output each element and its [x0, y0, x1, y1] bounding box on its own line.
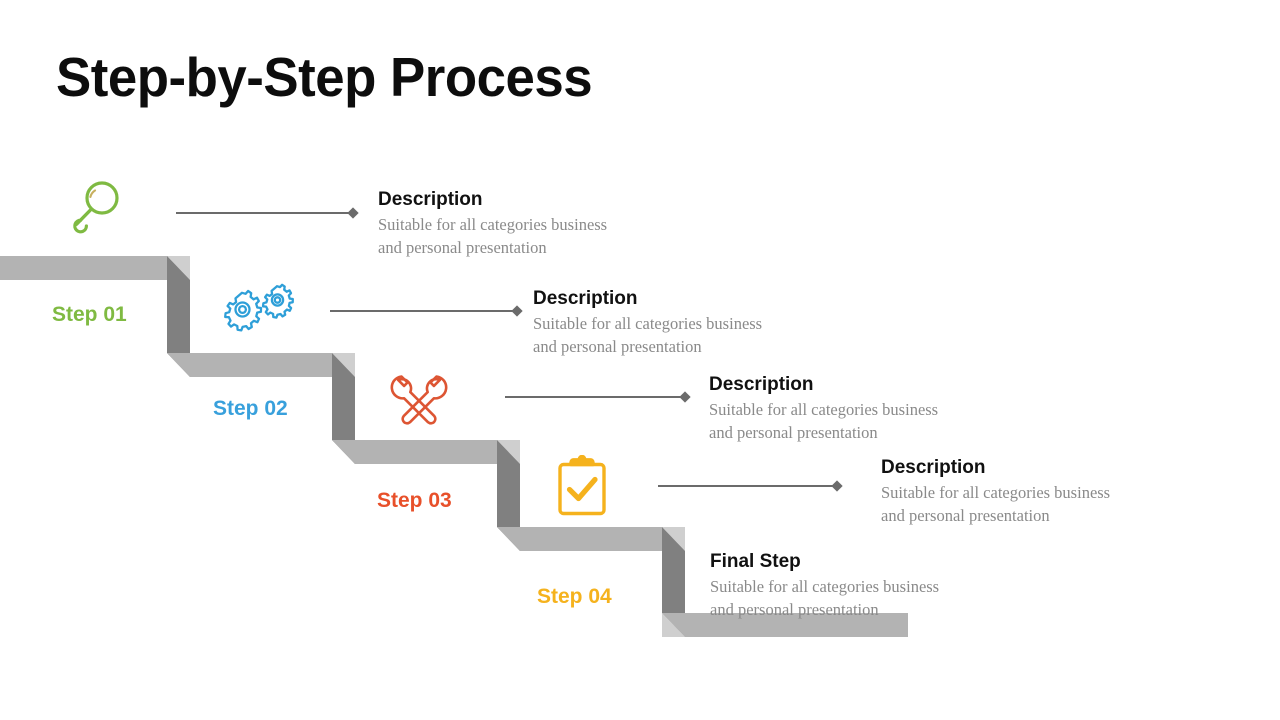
step-body-line-4a: Suitable for all categories business [881, 483, 1111, 502]
step-label-1: Step 01 [52, 303, 127, 326]
clipboard-check-icon [554, 454, 610, 524]
step-heading-final: Final Step [710, 551, 801, 572]
step-text-block-3: Description Suitable for all categories … [709, 373, 938, 444]
stair-chamfer-4 [662, 527, 685, 551]
step-text-block-4: Description Suitable for all categories … [881, 456, 1110, 527]
step-body-line-3a: Suitable for all categories business [709, 400, 939, 419]
step-heading-3: Description [709, 374, 814, 395]
step-body-line-final-b: and personal presentation [710, 600, 879, 619]
step-label-3: Step 03 [377, 489, 452, 512]
step-body-line-2b: and personal presentation [533, 337, 702, 356]
stair-tread-2 [167, 353, 355, 377]
step-body-line-1a: Suitable for all categories business [378, 215, 608, 234]
page-title: Step-by-Step Process [56, 46, 593, 108]
step-text-block-final: Final Step Suitable for all categories b… [710, 550, 939, 621]
connector-shaft [658, 485, 840, 487]
connector-line-3 [505, 391, 691, 403]
stair-tread-4 [497, 527, 685, 551]
step-body-line-2a: Suitable for all categories business [533, 314, 763, 333]
connector-arrow-tip [347, 207, 359, 219]
step-heading-1: Description [378, 189, 483, 210]
wrenches-icon [387, 370, 451, 437]
gears-icon [216, 282, 300, 341]
stair-chamfer-1 [167, 256, 190, 280]
connector-shaft [330, 310, 520, 312]
magnifier-icon [66, 178, 124, 241]
slide-canvas: Step-by-Step Process Description Suitabl… [0, 0, 1280, 720]
step-body-line-4b: and personal presentation [881, 506, 1050, 525]
stair-riser-2 [332, 353, 355, 464]
step-label-2: Step 02 [213, 397, 288, 420]
connector-shaft [176, 212, 356, 214]
step-text-block-1: Description Suitable for all categories … [378, 188, 607, 259]
stair-riser-4 [662, 527, 685, 637]
step-heading-2: Description [533, 288, 638, 309]
step-heading-4: Description [881, 457, 986, 478]
connector-shaft [505, 396, 688, 398]
connector-line-4 [658, 480, 843, 492]
stair-chamfer-2 [332, 353, 355, 377]
connector-arrow-tip [679, 391, 691, 403]
connector-arrow-tip [511, 305, 523, 317]
stair-chamfer-3 [497, 440, 520, 464]
step-text-block-2: Description Suitable for all categories … [533, 287, 762, 358]
stair-riser-1 [167, 256, 190, 377]
connector-line-1 [176, 207, 359, 219]
step-body-line-3b: and personal presentation [709, 423, 878, 442]
step-body-line-final-a: Suitable for all categories business [710, 577, 940, 596]
stair-tread-1 [0, 256, 190, 280]
stair-chamfer-final [662, 613, 685, 637]
connector-arrow-tip [831, 480, 843, 492]
stair-step-4 [497, 527, 685, 637]
step-body-line-1b: and personal presentation [378, 238, 547, 257]
stair-tread-3 [332, 440, 520, 464]
stair-riser-3 [497, 440, 520, 551]
connector-line-2 [330, 305, 523, 317]
step-label-4: Step 04 [537, 585, 612, 608]
